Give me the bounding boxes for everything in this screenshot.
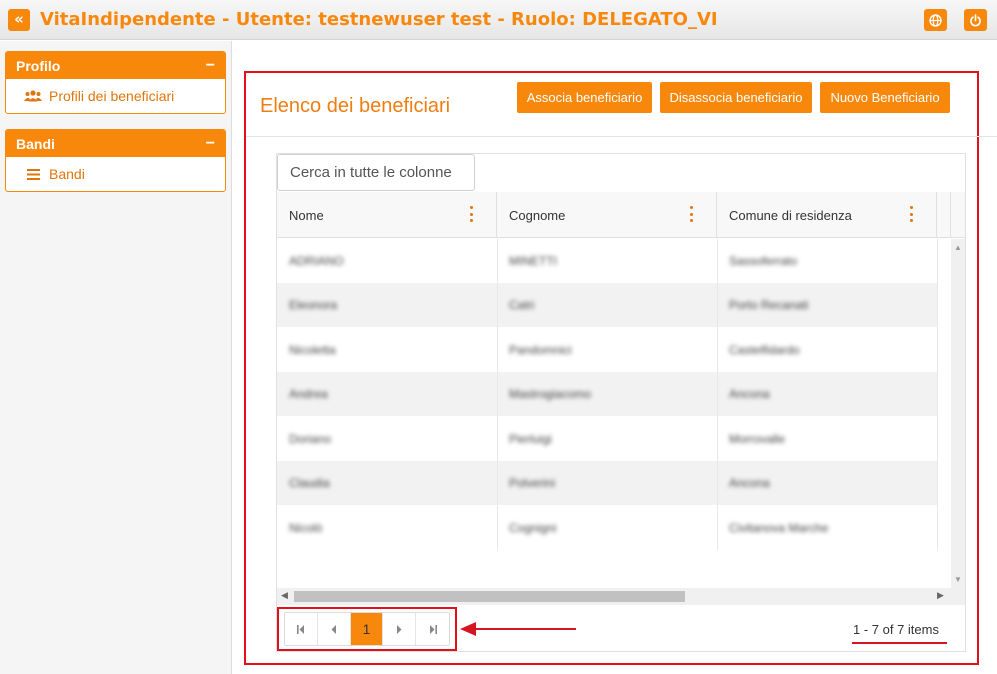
minus-icon[interactable]: − (206, 135, 215, 152)
sidebar: Profilo − Profili dei beneficiari Bandi … (0, 41, 232, 674)
column-header-nome[interactable]: Nome (277, 192, 497, 238)
scroll-left-icon[interactable]: ◀ (281, 590, 288, 601)
cell-comune: Morrovalle (729, 432, 786, 446)
nuovo-beneficiario-button[interactable]: Nuovo Beneficiario (820, 82, 950, 113)
panel-header-profilo[interactable]: Profilo − (6, 52, 225, 79)
column-divider (717, 239, 718, 550)
vertical-scrollbar[interactable]: ▲ ▼ (951, 239, 965, 589)
column-divider (937, 239, 938, 550)
scrollbar-corner (951, 588, 965, 605)
list-icon (24, 168, 42, 180)
panel-title: Bandi (16, 135, 55, 152)
cell-nome: Claudia (289, 476, 330, 490)
minus-icon[interactable]: − (206, 57, 215, 74)
annotation-underline (852, 642, 947, 644)
scroll-up-icon[interactable]: ▲ (954, 243, 962, 252)
cell-cognome: Catri (509, 298, 535, 312)
disassocia-beneficiario-button[interactable]: Disassocia beneficiario (660, 82, 812, 113)
sidebar-item-profili-beneficiari[interactable]: Profili dei beneficiari (6, 79, 225, 113)
column-menu-icon[interactable] (910, 206, 914, 222)
column-label: Comune di residenza (729, 207, 852, 223)
table-row[interactable]: Doriano Pierluigi Morrovalle (277, 417, 937, 461)
cell-comune: Sassoferrato (729, 254, 798, 268)
power-icon-glyph (970, 13, 981, 26)
cell-nome: ADRIANO (289, 254, 344, 268)
globe-icon[interactable] (924, 9, 947, 31)
pager: 1 (284, 612, 450, 646)
cell-cognome: Mastrogiacomo (509, 387, 592, 401)
pager-summary: 1 - 7 of 7 items (853, 622, 939, 637)
cell-comune: Castelfidardo (729, 343, 800, 357)
cell-comune: Civitanova Marche (729, 521, 829, 535)
cell-nome: Nicolò (289, 521, 323, 535)
search-input[interactable]: Cerca in tutte le colonne (277, 154, 475, 191)
table-row[interactable]: Nicoletta Pandomnici Castelfidardo (277, 328, 937, 372)
column-label: Nome (289, 207, 324, 223)
annotation-arrow (476, 628, 576, 630)
scroll-right-icon[interactable]: ▶ (937, 590, 944, 601)
app-title: VitaIndipendente - Utente: testnewuser t… (40, 9, 718, 30)
divider (246, 136, 997, 137)
cell-cognome: Pierluigi (509, 432, 552, 446)
cell-comune: Porto Recanati (729, 298, 809, 312)
associa-beneficiario-button[interactable]: Associa beneficiario (517, 82, 652, 113)
column-menu-icon[interactable] (690, 206, 694, 222)
table-row[interactable]: Claudia Polverini Ancona (277, 461, 937, 505)
sidebar-item-label: Bandi (49, 166, 85, 182)
sidebar-panel-profilo: Profilo − Profili dei beneficiari (5, 51, 226, 114)
table-row[interactable]: Eleonora Catri Porto Recanati (277, 283, 937, 327)
cell-nome: Eleonora (289, 298, 338, 312)
table-row[interactable]: ADRIANO MINETTI Sassoferrato (277, 239, 937, 283)
column-label: Cognome (509, 207, 566, 223)
table-row[interactable]: Nicolò Cognigni Civitanova Marche (277, 506, 937, 550)
sidebar-item-label: Profili dei beneficiari (49, 88, 175, 104)
cell-cognome: Polverini (509, 476, 556, 490)
panel-title: Profilo (16, 57, 61, 74)
sidebar-panel-bandi: Bandi − Bandi (5, 129, 226, 192)
double-chevron-left-icon[interactable]: « (8, 9, 30, 31)
cell-nome: Andrea (289, 387, 328, 401)
grid-body: ADRIANO MINETTI Sassoferrato Eleonora Ca… (277, 239, 937, 550)
page-title: Elenco dei beneficiari (260, 95, 451, 117)
beneficiari-grid: Cerca in tutte le colonne Nome Cognome C… (276, 153, 966, 652)
globe-icon-glyph (929, 13, 942, 27)
cell-comune: Ancona (729, 387, 770, 401)
panel-header-bandi[interactable]: Bandi − (6, 130, 225, 157)
grid-header: Nome Cognome Comune di residenza (277, 192, 965, 238)
prev-page-icon[interactable] (317, 613, 351, 645)
cell-nome: Doriano (289, 432, 332, 446)
cell-cognome: Cognigni (509, 521, 557, 535)
power-icon[interactable] (964, 9, 987, 31)
column-header-comune[interactable]: Comune di residenza (717, 192, 937, 238)
column-header-cognome[interactable]: Cognome (497, 192, 717, 238)
next-page-icon[interactable] (383, 613, 417, 645)
top-bar: « VitaIndipendente - Utente: testnewuser… (0, 0, 997, 40)
first-page-icon[interactable] (285, 613, 318, 645)
annotation-arrow-head (460, 622, 476, 636)
last-page-icon[interactable] (416, 613, 449, 645)
column-menu-icon[interactable] (470, 206, 474, 222)
cell-cognome: Pandomnici (509, 343, 572, 357)
cell-comune: Ancona (729, 476, 770, 490)
sidebar-item-bandi[interactable]: Bandi (6, 157, 225, 191)
page-button-current[interactable]: 1 (350, 613, 384, 645)
scrollbar-thumb[interactable] (294, 591, 685, 602)
horizontal-scrollbar[interactable]: ◀ ▶ (277, 588, 965, 605)
column-divider (497, 239, 498, 550)
table-row[interactable]: Andrea Mastrogiacomo Ancona (277, 372, 937, 416)
column-header-extra (937, 192, 951, 238)
cell-cognome: MINETTI (509, 254, 557, 268)
cell-nome: Nicoletta (289, 343, 336, 357)
users-icon (24, 90, 42, 102)
scroll-down-icon[interactable]: ▼ (954, 575, 962, 584)
